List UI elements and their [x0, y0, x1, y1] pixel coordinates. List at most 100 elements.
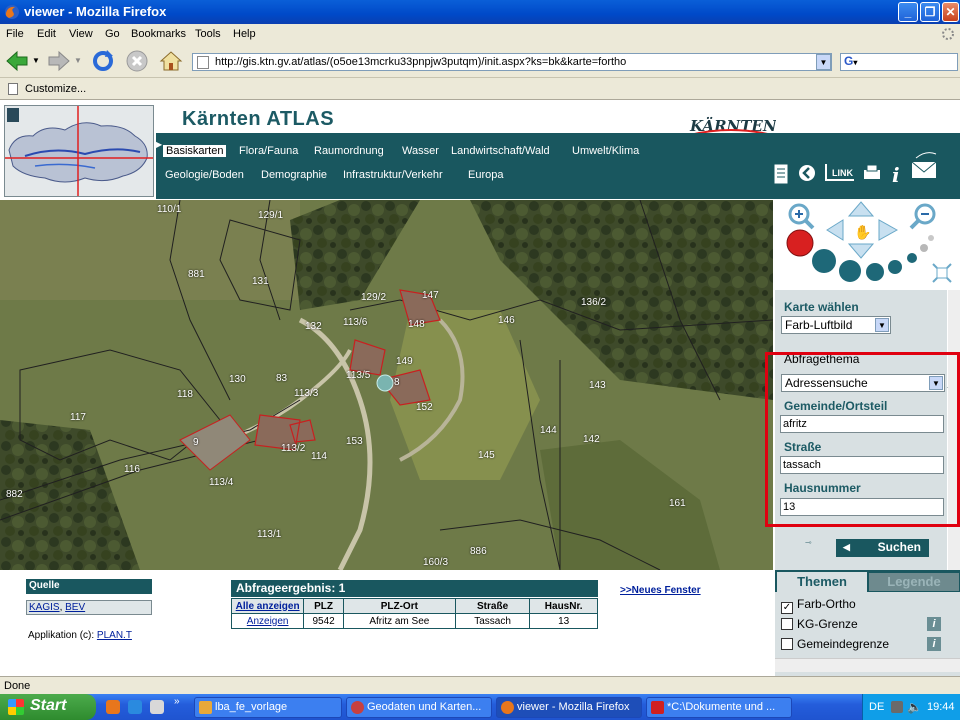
scale-level-8-icon[interactable]	[928, 235, 934, 241]
home-icon[interactable]	[158, 48, 184, 74]
document-icon[interactable]	[774, 164, 788, 184]
kagis-link[interactable]: KAGIS	[29, 602, 60, 613]
clock[interactable]: 19:44	[927, 701, 955, 713]
pan-down-icon[interactable]	[847, 243, 875, 259]
back-arrow-icon[interactable]	[798, 164, 816, 182]
scale-level-1-icon[interactable]	[786, 229, 814, 257]
tab-landwirtschaft-wald[interactable]: Landwirtschaft/Wald	[451, 145, 550, 157]
firefox-quicklaunch-icon[interactable]	[106, 700, 120, 714]
desktop-quicklaunch-icon[interactable]	[150, 700, 164, 714]
task-geodaten[interactable]: Geodaten und Karten...	[346, 697, 492, 718]
zoom-in-icon[interactable]	[788, 203, 815, 230]
plot-label: 8	[394, 377, 400, 388]
plot-label: 129/2	[361, 292, 387, 303]
plot-label: 110/1	[157, 204, 182, 215]
karte-value: Farb-Luftbild	[785, 318, 853, 332]
scale-level-3-icon[interactable]	[839, 260, 861, 282]
search-engine-dropdown-icon[interactable]: ▾	[853, 58, 857, 67]
language-indicator[interactable]: DE	[869, 701, 884, 713]
column-header: HausNr.	[529, 598, 598, 614]
pan-right-icon[interactable]	[878, 219, 899, 241]
layer-checkbox[interactable]	[781, 618, 793, 630]
plot-label: 145	[478, 450, 495, 461]
chevron-right-icon[interactable]: »	[174, 696, 180, 707]
menu-edit[interactable]: Edit	[37, 28, 56, 40]
show-link[interactable]: Anzeigen	[247, 616, 289, 627]
overview-map[interactable]	[4, 105, 154, 197]
task-lba-fe-vorlage[interactable]: lba_fe_vorlage	[194, 697, 342, 718]
tab-legende[interactable]: Legende	[869, 573, 959, 591]
stop-icon[interactable]	[124, 48, 150, 74]
new-window-link[interactable]: >>Neues Fenster	[620, 585, 701, 596]
bookmark-customize[interactable]: Customize...	[25, 83, 86, 95]
layer-checkbox[interactable]	[781, 638, 793, 650]
plot-label: 881	[188, 269, 205, 280]
full-extent-icon[interactable]	[932, 263, 952, 283]
show-all-link[interactable]: Alle anzeigen	[236, 601, 300, 612]
close-button[interactable]: ✕	[942, 2, 959, 22]
search-box[interactable]: G▾	[840, 53, 958, 71]
start-button[interactable]: Start	[0, 694, 96, 720]
tab-wasser[interactable]: Wasser	[402, 145, 439, 157]
address-dropdown-icon[interactable]: ▼	[816, 54, 831, 70]
reload-icon[interactable]	[90, 48, 116, 74]
scale-level-2-icon[interactable]	[812, 249, 836, 273]
tab-umwelt-klima[interactable]: Umwelt/Klima	[572, 145, 639, 157]
pan-left-icon[interactable]	[826, 219, 844, 241]
plot-label: 113/4	[209, 477, 234, 488]
layer-checkbox[interactable]: ✓	[781, 602, 793, 614]
link-icon[interactable]: LINK	[822, 162, 856, 184]
volume-icon[interactable]: 🔈	[907, 700, 922, 714]
back-icon[interactable]	[4, 48, 30, 74]
tab-basiskarten[interactable]: Basiskarten	[163, 145, 227, 157]
info-icon[interactable]: i	[927, 617, 941, 631]
scale-level-4-icon[interactable]	[866, 263, 884, 281]
search-button[interactable]: ◀ Suchen	[836, 539, 929, 557]
scale-level-7-icon[interactable]	[920, 244, 928, 252]
tab-themen[interactable]: Themen	[777, 572, 867, 592]
maximize-button[interactable]: ❐	[920, 2, 940, 22]
tab-infrastruktur-verkehr[interactable]: Infrastruktur/Verkehr	[343, 169, 443, 181]
menu-view[interactable]: View	[69, 28, 93, 40]
task-viewer-firefox[interactable]: viewer - Mozilla Firefox	[496, 697, 642, 718]
application-credit: Applikation (c): PLAN.T	[28, 630, 132, 641]
tab-europa[interactable]: Europa	[468, 169, 503, 181]
menu-file[interactable]: File	[6, 28, 24, 40]
address-bar[interactable]: http://gis.ktn.gv.at/atlas/(o5oe13mcrku3…	[192, 53, 832, 71]
forward-icon[interactable]	[46, 48, 72, 74]
back-dropdown-icon[interactable]: ▼	[32, 56, 40, 65]
tab-demographie[interactable]: Demographie	[261, 169, 327, 181]
layers-horizontal-scrollbar[interactable]	[775, 658, 960, 672]
mail-icon[interactable]	[906, 132, 940, 184]
plot-label: 131	[252, 276, 269, 287]
minimize-button[interactable]: _	[898, 2, 918, 22]
menu-bookmarks[interactable]: Bookmarks	[131, 28, 186, 40]
menu-tools[interactable]: Tools	[195, 28, 221, 40]
aerial-map[interactable]: 110/1 129/1 881 131 129/2 147 132 113/6 …	[0, 200, 773, 570]
ie-quicklaunch-icon[interactable]	[128, 700, 142, 714]
menu-help[interactable]: Help	[233, 28, 256, 40]
search-bullet-icon: ⊸	[805, 538, 812, 547]
print-icon[interactable]	[862, 164, 882, 182]
plant-link[interactable]: PLAN.T	[97, 630, 132, 641]
tab-raumordnung[interactable]: Raumordnung	[314, 145, 384, 157]
forward-dropdown-icon[interactable]: ▼	[74, 56, 82, 65]
pan-hand-icon[interactable]: ✋	[854, 224, 871, 240]
tray-app-icon[interactable]	[891, 701, 903, 713]
scale-level-5-icon[interactable]	[888, 260, 902, 274]
firefox-icon	[5, 5, 19, 19]
tab-flora-fauna[interactable]: Flora/Fauna	[239, 145, 298, 157]
tab-geologie-boden[interactable]: Geologie/Boden	[165, 169, 244, 181]
task-dokumente[interactable]: *C:\Dokumente und ...	[646, 697, 792, 718]
zoom-out-icon[interactable]	[909, 203, 936, 230]
info-icon[interactable]: i	[927, 637, 941, 651]
pan-up-icon[interactable]	[847, 201, 875, 217]
scale-level-6-icon[interactable]	[907, 253, 917, 263]
application-icon	[651, 701, 664, 714]
menu-go[interactable]: Go	[105, 28, 120, 40]
plot-label: 116	[124, 464, 140, 475]
window-titlebar[interactable]: viewer - Mozilla Firefox _ ❐ ✕	[0, 0, 960, 24]
bev-link[interactable]: BEV	[65, 602, 85, 613]
plot-label: 9	[193, 437, 199, 448]
karte-select[interactable]: Farb-Luftbild ▼	[781, 316, 891, 334]
